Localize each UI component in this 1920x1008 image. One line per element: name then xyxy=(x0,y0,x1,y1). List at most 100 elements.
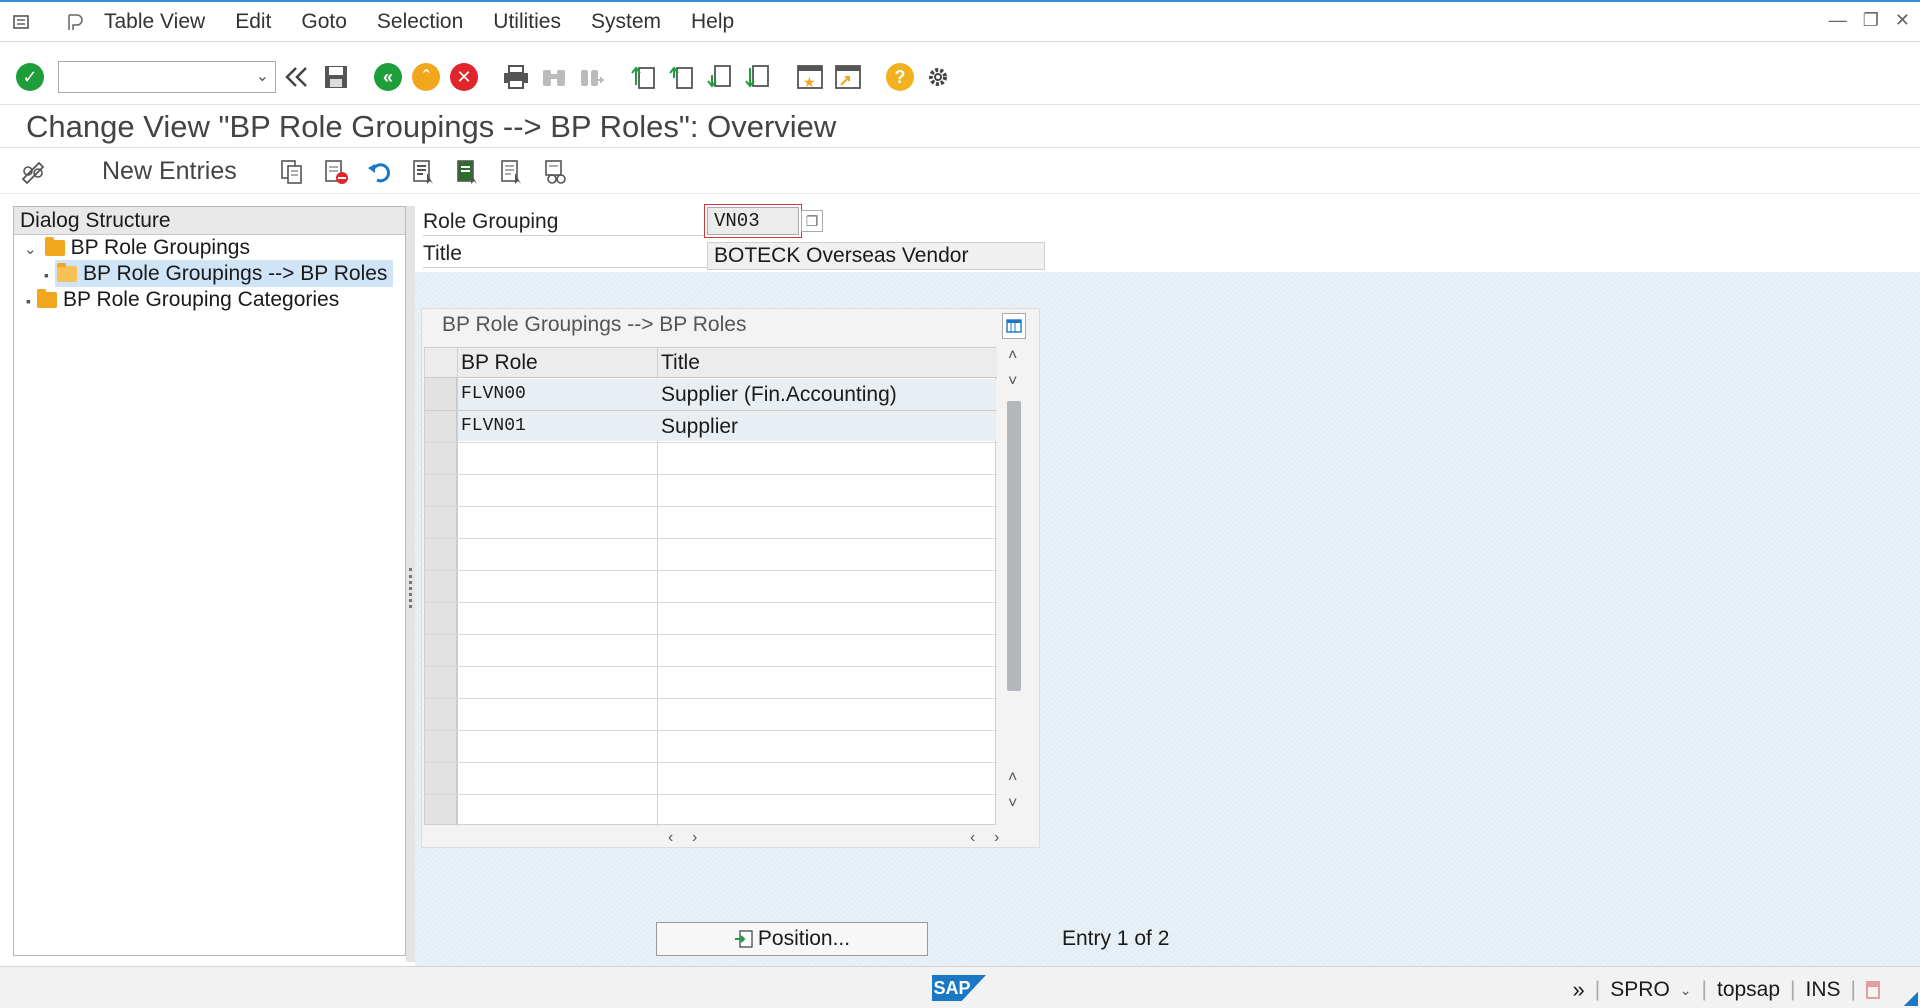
status-transaction: SPRO xyxy=(1610,978,1670,1001)
table-row-title: Supplier (Fin.Accounting) xyxy=(661,383,897,406)
resize-corner-icon[interactable] xyxy=(1904,992,1918,1006)
application-toolbar: New Entries xyxy=(0,150,1920,194)
row-selector-column[interactable] xyxy=(425,378,457,824)
data-table: BP Role Title FLVN00 Supplier (Fin.Accou… xyxy=(424,347,997,826)
select-block-icon[interactable] xyxy=(453,157,483,187)
first-page-icon[interactable] xyxy=(628,61,660,93)
create-session-icon[interactable]: ★ xyxy=(794,61,826,93)
cancel-icon[interactable]: ✕ xyxy=(448,61,480,93)
status-mode[interactable]: INS xyxy=(1806,978,1841,1002)
previous-page-icon[interactable] xyxy=(666,61,698,93)
command-field[interactable]: ⌄ xyxy=(58,61,276,93)
display-change-icon[interactable] xyxy=(18,157,48,187)
chevron-down-icon[interactable]: ⌄ xyxy=(24,241,37,258)
vertical-scrollbar[interactable]: ˄ ˅ ˄ ˅ xyxy=(1002,313,1026,825)
tree-item-bp-role-groupings[interactable]: ⌄ BP Role Groupings xyxy=(14,235,405,261)
lock-icon xyxy=(1866,981,1880,999)
help-icon[interactable]: ? xyxy=(884,61,916,93)
horizontal-scrollbar[interactable]: ‹ › ‹ › xyxy=(424,829,1028,849)
menu-utilities[interactable]: Utilities xyxy=(493,10,561,34)
header-fields: Role Grouping VN03 ❐ Title BOTECK Overse… xyxy=(415,194,1920,272)
scroll-page-down-icon[interactable]: ˅ xyxy=(1008,795,1017,813)
role-grouping-input[interactable]: VN03 xyxy=(707,207,799,235)
status-bar: SAP » | SPRO ⌄ | topsap | INS | xyxy=(0,966,1920,1008)
open-folder-icon xyxy=(56,263,77,282)
generate-shortcut-icon[interactable] xyxy=(832,61,864,93)
title-bar: Change View "BP Role Groupings --> BP Ro… xyxy=(0,104,1920,148)
window-controls: — ❐ ✕ xyxy=(1829,10,1910,31)
scroll-page-up-icon[interactable]: ˄ xyxy=(1008,769,1017,787)
scroll-left-icon[interactable]: ‹ xyxy=(668,829,673,847)
position-button-label: Position... xyxy=(757,927,851,950)
select-all-icon[interactable] xyxy=(409,157,439,187)
enter-check-icon[interactable]: ✓ xyxy=(14,61,46,93)
deselect-all-icon[interactable] xyxy=(497,157,527,187)
chevron-down-icon[interactable]: ⌄ xyxy=(1680,982,1692,999)
dialog-structure-header: Dialog Structure xyxy=(14,207,405,235)
position-icon xyxy=(734,929,754,949)
scroll-right-icon[interactable]: › xyxy=(994,829,999,847)
save-icon[interactable] xyxy=(320,61,352,93)
undo-change-icon[interactable] xyxy=(365,157,395,187)
copy-as-icon[interactable] xyxy=(277,157,307,187)
tree-item-bp-role-grouping-categories[interactable]: ▪ BP Role Grouping Categories xyxy=(14,287,405,313)
back-icon[interactable]: « xyxy=(372,61,404,93)
double-chevron-right-icon[interactable]: » xyxy=(1573,977,1585,1003)
menu-help[interactable]: Help xyxy=(691,10,734,34)
folder-icon xyxy=(36,289,57,308)
menu-system[interactable]: System xyxy=(591,10,661,34)
standard-toolbar: ✓ ⌄ « ˆ ✕ ★ ? xyxy=(0,52,1920,102)
find-next-icon[interactable] xyxy=(576,61,608,93)
system-menu-icon[interactable] xyxy=(12,12,34,32)
tree-item-bp-role-groupings-bp-roles[interactable]: ▪ BP Role Groupings --> BP Roles xyxy=(14,260,405,287)
scroll-right-icon[interactable]: › xyxy=(692,829,697,847)
close-window-icon[interactable]: ✕ xyxy=(1895,10,1910,31)
scroll-down-icon[interactable]: ˅ xyxy=(1008,373,1017,391)
menu-selection[interactable]: Selection xyxy=(377,10,463,34)
last-page-icon[interactable] xyxy=(742,61,774,93)
find-icon[interactable] xyxy=(538,61,570,93)
scroll-up-icon[interactable]: ˄ xyxy=(1008,347,1017,365)
tree-item-label: BP Role Grouping Categories xyxy=(62,288,340,311)
delete-icon[interactable] xyxy=(321,157,351,187)
chevron-down-icon[interactable]: ⌄ xyxy=(256,66,269,86)
exit-icon[interactable]: ˆ xyxy=(410,61,442,93)
settings-gear-icon[interactable] xyxy=(922,61,954,93)
column-header-bp-role[interactable]: BP Role xyxy=(461,351,538,375)
bullet-icon: ▪ xyxy=(44,267,49,283)
print-field-list-icon[interactable] xyxy=(541,157,571,187)
table-header: BP Role Title xyxy=(425,348,997,378)
menu-goto[interactable]: Goto xyxy=(301,10,347,34)
sap-logo: SAP xyxy=(932,975,986,1001)
table-row-bp-role[interactable]: FLVN00 xyxy=(461,384,526,404)
table-row-title: Supplier xyxy=(661,415,739,438)
double-chevron-left-icon[interactable] xyxy=(282,61,314,93)
new-entries-button[interactable]: New Entries xyxy=(102,157,237,186)
position-button[interactable]: Position... xyxy=(656,922,928,956)
favorites-menu-icon[interactable] xyxy=(64,12,86,32)
table-caption: BP Role Groupings --> BP Roles xyxy=(442,313,747,336)
menu-edit[interactable]: Edit xyxy=(235,10,271,34)
svg-text:★: ★ xyxy=(803,74,816,90)
restore-icon[interactable]: ❐ xyxy=(1863,10,1879,31)
print-icon[interactable] xyxy=(500,61,532,93)
table-row-bp-role[interactable]: FLVN01 xyxy=(461,416,526,436)
scroll-thumb[interactable] xyxy=(1007,401,1021,691)
table-control-panel: BP Role Groupings --> BP Roles BP Role T… xyxy=(421,308,1040,848)
folder-icon xyxy=(44,237,65,256)
value-help-icon[interactable]: ❐ xyxy=(801,210,823,232)
next-page-icon[interactable] xyxy=(704,61,736,93)
title-field: BOTECK Overseas Vendor xyxy=(707,242,1045,270)
bullet-icon: ▪ xyxy=(26,293,31,309)
status-info: » | SPRO ⌄ | topsap | INS | xyxy=(1573,977,1880,1003)
scroll-left-icon[interactable]: ‹ xyxy=(970,829,975,847)
menu-table-view[interactable]: Table View xyxy=(104,10,205,34)
column-header-title[interactable]: Title xyxy=(661,351,700,375)
minimize-icon[interactable]: — xyxy=(1829,10,1847,31)
panel-splitter[interactable] xyxy=(406,206,415,962)
tree-item-label: BP Role Groupings --> BP Roles xyxy=(82,262,388,285)
splitter-grip[interactable] xyxy=(409,568,412,608)
column-settings-icon[interactable] xyxy=(1002,313,1026,339)
page-title: Change View "BP Role Groupings --> BP Ro… xyxy=(26,109,837,144)
entry-info: Entry 1 of 2 xyxy=(1062,927,1170,950)
